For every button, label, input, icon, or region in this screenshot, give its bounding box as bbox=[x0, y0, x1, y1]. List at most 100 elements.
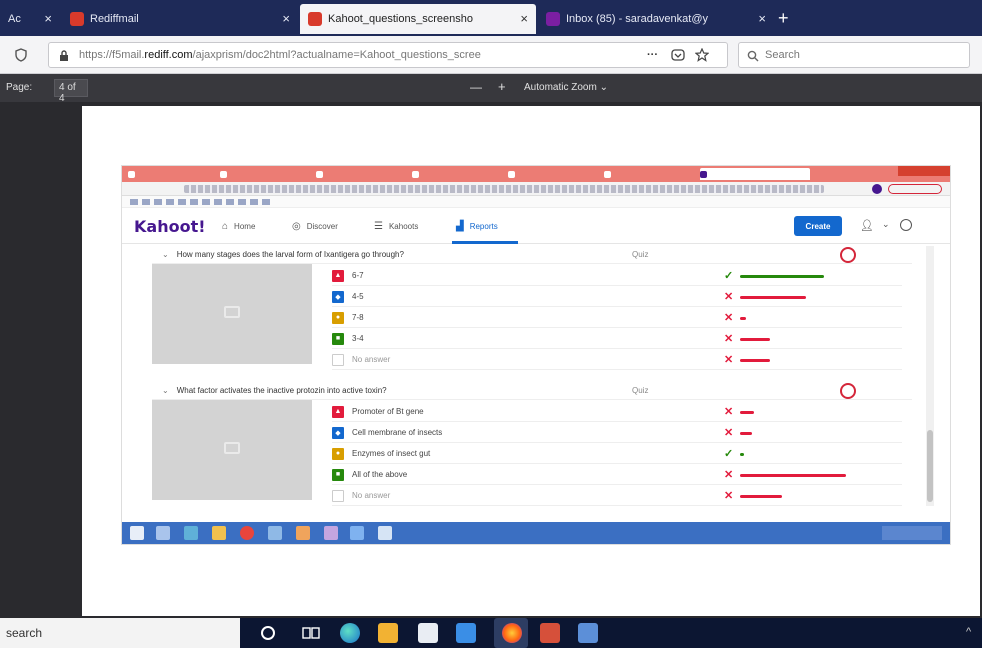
create-button: Create bbox=[794, 216, 842, 236]
tab-title: Ac bbox=[8, 13, 21, 25]
answer-label: Promoter of Bt gene bbox=[352, 407, 424, 416]
tab-favicon-icon bbox=[508, 170, 515, 178]
question-image-placeholder bbox=[152, 264, 312, 364]
bookmarks-list bbox=[130, 199, 270, 205]
answer-bar bbox=[740, 474, 846, 477]
nav-label: Discover bbox=[306, 222, 338, 231]
answer-label: 6-7 bbox=[352, 271, 364, 280]
scrollbar-thumb bbox=[927, 430, 933, 502]
browser-tab-active[interactable]: Kahoot_questions_screensho × bbox=[300, 4, 536, 34]
circle-icon: ● bbox=[332, 311, 344, 324]
question-type: Quiz bbox=[632, 386, 649, 395]
app-icon bbox=[324, 526, 338, 540]
answer-bar bbox=[740, 411, 754, 414]
pocket-icon[interactable] bbox=[671, 48, 685, 62]
taskbar-search[interactable]: search bbox=[0, 618, 240, 648]
nav-label: Home bbox=[234, 222, 256, 231]
close-tab-icon[interactable]: × bbox=[282, 11, 290, 26]
mail-icon[interactable] bbox=[456, 623, 476, 643]
tab-favicon-icon bbox=[220, 170, 227, 178]
answer-label: All of the above bbox=[352, 470, 408, 479]
inner-tab bbox=[316, 168, 408, 180]
bookmark-star-icon[interactable] bbox=[695, 48, 709, 62]
close-tab-icon[interactable]: × bbox=[44, 11, 52, 26]
square-icon: ■ bbox=[332, 332, 344, 345]
answer-bar bbox=[740, 495, 782, 498]
diamond-icon: ◆ bbox=[332, 426, 344, 439]
file-explorer-icon[interactable] bbox=[378, 623, 398, 643]
window-controls bbox=[898, 166, 950, 176]
search-input[interactable]: Search bbox=[738, 42, 970, 68]
browser-tab[interactable]: Rediffmail × bbox=[62, 4, 298, 34]
answer-label: Enzymes of insect gut bbox=[352, 449, 431, 458]
new-tab-button[interactable]: + bbox=[778, 8, 789, 29]
page-number-input[interactable]: 4 of 4 bbox=[54, 79, 88, 104]
store-icon[interactable] bbox=[418, 623, 438, 643]
answer-label: 4-5 bbox=[352, 292, 364, 301]
embedded-screenshot: Kahoot! ⌂ Home ◎ Discover ☰ Kahoots ▟ Report… bbox=[122, 166, 950, 544]
inner-taskbar bbox=[122, 522, 950, 544]
answer-bar bbox=[740, 296, 806, 299]
windows-taskbar: search ^ bbox=[0, 618, 982, 648]
cross-icon: ✕ bbox=[724, 333, 734, 345]
task-view-icon[interactable] bbox=[302, 625, 320, 641]
question-type: Quiz bbox=[632, 250, 649, 259]
triangle-icon: ▲ bbox=[332, 405, 344, 418]
inner-bookmarks-bar bbox=[122, 196, 950, 208]
powerpoint-icon[interactable] bbox=[540, 623, 560, 643]
answer-bar bbox=[740, 338, 770, 341]
close-tab-icon[interactable]: × bbox=[520, 11, 528, 26]
url-bar[interactable]: https://f5mail. rediff.com/ajaxprism/doc2… bbox=[48, 42, 728, 68]
compass-icon: ◎ bbox=[292, 221, 301, 232]
correct-ring-icon bbox=[840, 247, 856, 263]
search-placeholder: Search bbox=[765, 49, 800, 61]
tab-favicon-icon bbox=[128, 170, 135, 178]
zoom-out-button[interactable]: — bbox=[470, 80, 482, 94]
taskbar-search-text: search bbox=[6, 626, 43, 640]
firefox-icon[interactable] bbox=[502, 623, 522, 643]
zoom-select[interactable]: Automatic Zoom ⌄ bbox=[524, 82, 608, 93]
tab-favicon-icon bbox=[604, 170, 611, 178]
pdf-toolbar: Page: 4 of 4 — + Automatic Zoom ⌄ bbox=[0, 74, 982, 104]
answer-bar bbox=[740, 453, 744, 456]
close-tab-icon[interactable]: × bbox=[758, 11, 766, 26]
nav-kahoots: ☰ Kahoots bbox=[374, 221, 418, 232]
answer-row: No answer ✕ bbox=[332, 350, 902, 370]
browser-tab[interactable]: Inbox (85) - saradavenkat@y × bbox=[538, 4, 774, 34]
question-header: ⌄ How many stages does the larval form o… bbox=[152, 246, 912, 264]
pdf-page: Kahoot! ⌂ Home ◎ Discover ☰ Kahoots ▟ Report… bbox=[82, 106, 980, 616]
update-button bbox=[888, 184, 942, 194]
answer-label: 7-8 bbox=[352, 313, 364, 322]
edge-icon[interactable] bbox=[340, 623, 360, 643]
pdf-viewport[interactable]: Kahoot! ⌂ Home ◎ Discover ☰ Kahoots ▟ Report… bbox=[0, 102, 982, 618]
question-text: What factor activates the inactive proto… bbox=[176, 386, 387, 395]
kahoot-nav: Kahoot! ⌂ Home ◎ Discover ☰ Kahoots ▟ Report… bbox=[122, 208, 950, 244]
app-icon[interactable] bbox=[578, 623, 598, 643]
inner-scrollbar bbox=[926, 246, 934, 506]
page-number-value: 4 bbox=[59, 82, 65, 93]
inner-tab bbox=[412, 168, 504, 180]
answer-row: ● 7-8 ✕ bbox=[332, 308, 902, 328]
page-actions-icon[interactable]: ··· bbox=[647, 49, 658, 61]
avatar bbox=[872, 184, 882, 194]
answer-label: No answer bbox=[352, 355, 391, 364]
list-icon: ☰ bbox=[374, 221, 383, 232]
inner-tab-bar bbox=[122, 166, 950, 182]
system-tray bbox=[882, 526, 942, 540]
chevron-up-icon[interactable]: ^ bbox=[966, 626, 971, 638]
inner-url bbox=[184, 185, 824, 193]
shield-icon[interactable] bbox=[14, 48, 28, 62]
page-label: Page: bbox=[6, 82, 33, 93]
rediffmail-icon bbox=[70, 12, 84, 26]
browser-nav-bar: https://f5mail. rediff.com/ajaxprism/doc2… bbox=[0, 36, 982, 74]
answer-label: Cell membrane of insects bbox=[352, 428, 443, 437]
browser-tab[interactable]: Ac × bbox=[0, 4, 60, 34]
correct-ring-icon bbox=[840, 383, 856, 399]
cortana-icon[interactable] bbox=[260, 625, 276, 641]
zoom-in-button[interactable]: + bbox=[498, 79, 506, 94]
url-domain: rediff.com bbox=[144, 49, 193, 61]
report-content: ⌄ How many stages does the larval form o… bbox=[152, 246, 912, 506]
answer-row: ■ All of the above ✕ bbox=[332, 465, 902, 485]
browser-tab-bar: Ac × Rediffmail × Kahoot_questions_scree… bbox=[0, 0, 982, 36]
inner-tab bbox=[128, 168, 216, 180]
